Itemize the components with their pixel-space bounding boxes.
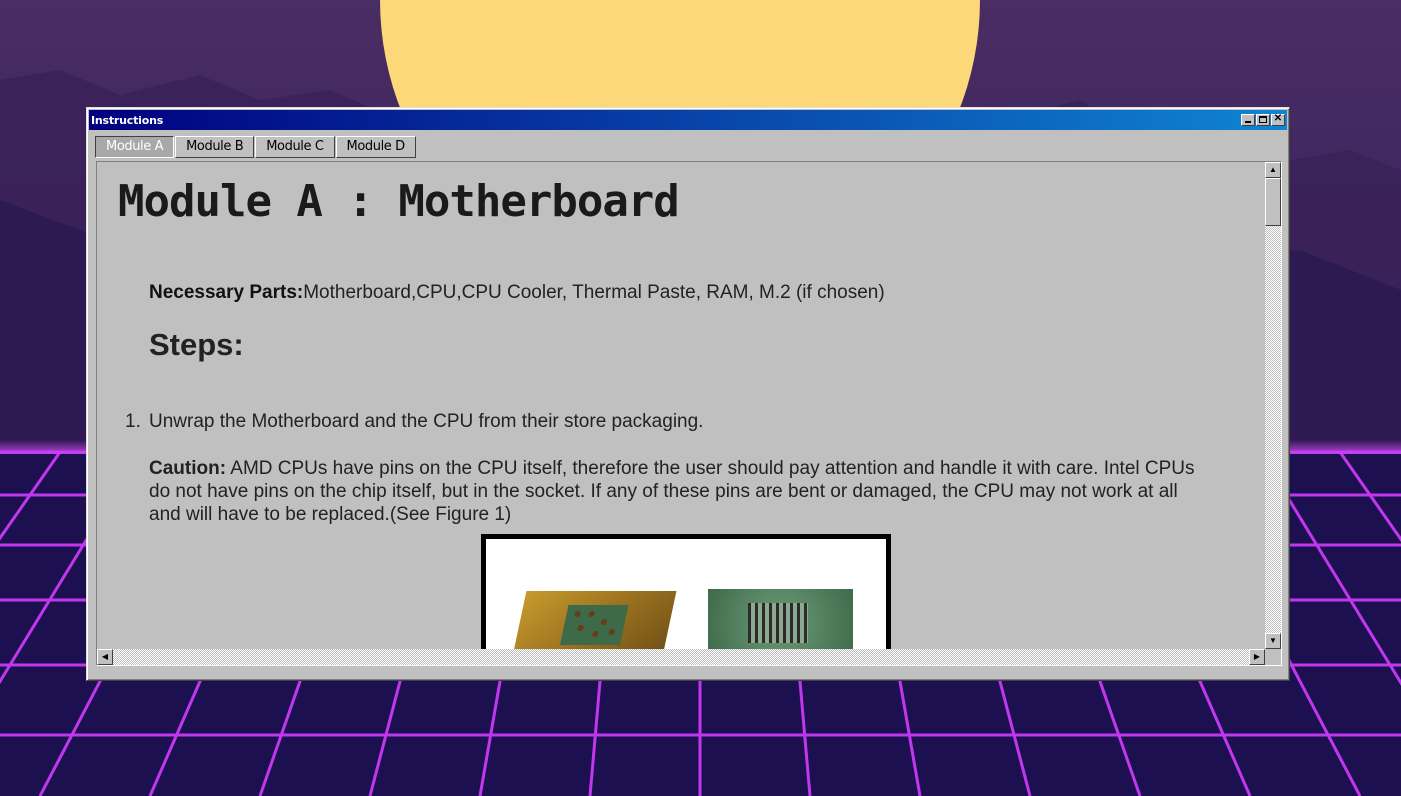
caution-note: Caution: AMD CPUs have pins on the CPU i… bbox=[149, 457, 1209, 526]
pin-dot bbox=[600, 619, 608, 625]
step-number: 1. bbox=[125, 411, 141, 432]
pin-dot bbox=[591, 631, 599, 637]
vertical-scrollbar[interactable]: ▲ ▼ bbox=[1265, 162, 1281, 649]
pin-dot bbox=[576, 625, 585, 631]
pin-dot bbox=[608, 629, 616, 635]
scroll-up-button[interactable]: ▲ bbox=[1265, 162, 1281, 178]
title-bar[interactable]: Instructions ✕ bbox=[89, 110, 1287, 130]
pin-dot bbox=[573, 611, 582, 617]
cpu-core bbox=[748, 603, 808, 643]
window-title: Instructions bbox=[91, 113, 164, 127]
scroll-down-button[interactable]: ▼ bbox=[1265, 633, 1281, 649]
caution-text: AMD CPUs have pins on the CPU itself, th… bbox=[149, 458, 1195, 525]
horizontal-scrollbar[interactable]: ◀ ▶ bbox=[97, 649, 1265, 665]
close-button[interactable]: ✕ bbox=[1271, 114, 1285, 126]
arrow-up-icon: ▲ bbox=[1269, 165, 1277, 174]
scroll-left-button[interactable]: ◀ bbox=[97, 649, 113, 665]
parts-text: Motherboard,CPU,CPU Cooler, Thermal Past… bbox=[303, 282, 885, 303]
amd-cpu-image bbox=[511, 591, 677, 649]
maximize-icon bbox=[1259, 116, 1267, 123]
cpu-core bbox=[559, 605, 629, 645]
content-panel: Module A : Motherboard Necessary Parts:M… bbox=[96, 161, 1282, 666]
tab-module-c[interactable]: Module C bbox=[255, 136, 335, 158]
tab-module-d[interactable]: Module D bbox=[335, 136, 416, 158]
intel-cpu-image bbox=[708, 589, 853, 649]
window-controls: ✕ bbox=[1240, 114, 1285, 126]
arrow-down-icon: ▼ bbox=[1269, 636, 1277, 645]
step-text: Unwrap the Motherboard and the CPU from … bbox=[149, 411, 704, 432]
scrollbar-corner bbox=[1265, 649, 1281, 665]
scroll-right-button[interactable]: ▶ bbox=[1249, 649, 1265, 665]
necessary-parts: Necessary Parts:Motherboard,CPU,CPU Cool… bbox=[149, 282, 885, 304]
arrow-left-icon: ◀ bbox=[101, 652, 109, 661]
vertical-scroll-thumb[interactable] bbox=[1265, 178, 1281, 226]
close-icon: ✕ bbox=[1273, 113, 1283, 124]
maximize-button[interactable] bbox=[1256, 114, 1270, 126]
minimize-button[interactable] bbox=[1241, 114, 1255, 126]
step-item: 1. Unwrap the Motherboard and the CPU fro… bbox=[125, 411, 703, 433]
steps-heading: Steps: bbox=[149, 327, 244, 362]
pin-dot bbox=[587, 611, 596, 617]
arrow-right-icon: ▶ bbox=[1253, 652, 1261, 661]
figure-1-image bbox=[481, 534, 891, 649]
instructions-window: Instructions ✕ Module A Module B Module … bbox=[86, 107, 1290, 681]
caution-label: Caution: bbox=[149, 458, 227, 479]
tab-module-b[interactable]: Module B bbox=[175, 136, 255, 158]
page-title: Module A : Motherboard bbox=[118, 176, 680, 227]
parts-label: Necessary Parts: bbox=[149, 282, 304, 303]
minimize-icon bbox=[1245, 121, 1251, 123]
module-tabs: Module A Module B Module C Module D bbox=[95, 136, 417, 158]
tab-module-a[interactable]: Module A bbox=[95, 136, 175, 158]
document-view: Module A : Motherboard Necessary Parts:M… bbox=[97, 162, 1265, 649]
